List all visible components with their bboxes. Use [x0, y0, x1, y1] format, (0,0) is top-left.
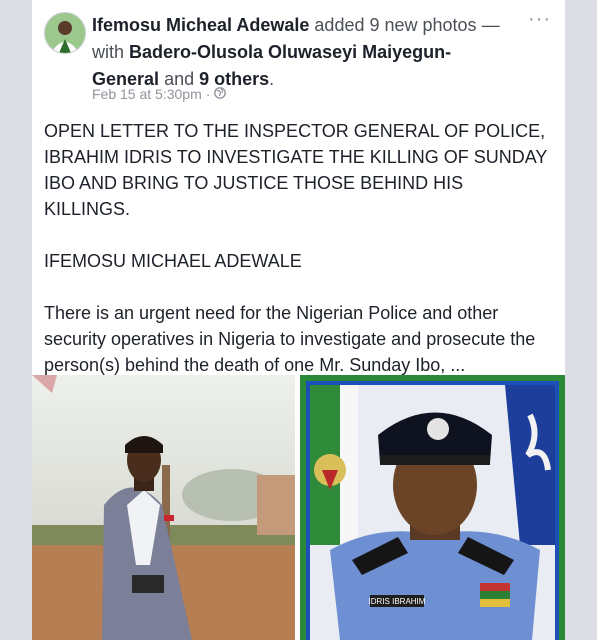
- post-byline: IFEMOSU MICHAEL ADEWALE: [44, 251, 302, 271]
- timestamp[interactable]: Feb 15 at 5:30pm: [92, 86, 202, 102]
- post-meta: Feb 15 at 5:30pm ·: [92, 86, 227, 102]
- author-name[interactable]: Ifemosu Micheal Adewale: [92, 15, 309, 35]
- post-heading: OPEN LETTER TO THE INSPECTOR GENERAL OF …: [44, 121, 548, 219]
- period: .: [269, 69, 275, 89]
- post-action: added 9 new photos: [314, 15, 477, 35]
- more-options-button[interactable]: ···: [528, 8, 551, 31]
- globe-icon: [214, 86, 227, 102]
- photo-young-man[interactable]: [32, 375, 295, 640]
- photo-inspector-general[interactable]: IDRIS IBRAHIM: [300, 375, 565, 640]
- post-body: OPEN LETTER TO THE INSPECTOR GENERAL OF …: [44, 118, 554, 404]
- meta-separator: ·: [205, 86, 211, 102]
- post-header: Ifemosu Micheal Adewale added 9 new phot…: [92, 12, 512, 93]
- post-excerpt: There is an urgent need for the Nigerian…: [44, 303, 536, 375]
- post-card: Ifemosu Micheal Adewale added 9 new phot…: [32, 0, 565, 640]
- nametag-text: IDRIS IBRAHIM: [369, 597, 426, 606]
- avatar[interactable]: [44, 12, 86, 54]
- photo-grid: IDRIS IBRAHIM: [32, 375, 565, 640]
